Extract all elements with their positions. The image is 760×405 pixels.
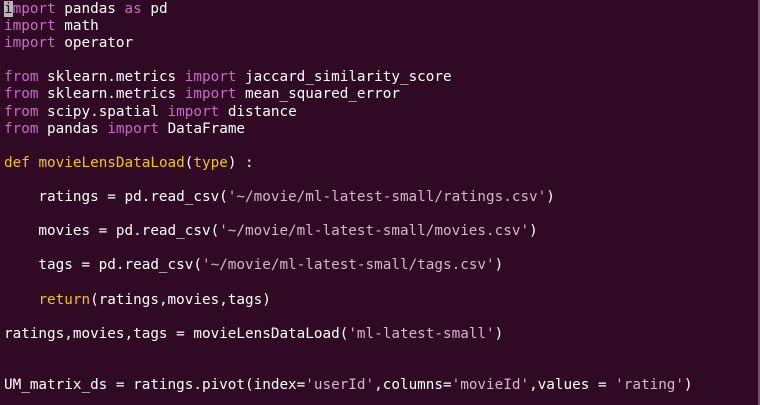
code-line: tags = pd.read_csv('~/movie/ml-latest-sm…: [4, 257, 693, 274]
code-token: math: [55, 18, 99, 35]
keyword-token: import: [4, 18, 56, 35]
code-token: ): [529, 223, 538, 240]
string-token: 'movieId': [451, 377, 530, 394]
code-token: ,values =: [529, 377, 616, 394]
code-line: from sklearn.metrics import mean_squared…: [4, 86, 693, 103]
code-token: (ratings,movies,tags): [90, 291, 271, 308]
code-token: jaccard_similarity_score: [236, 69, 452, 86]
definition-token: movieLensDataLoad: [38, 154, 185, 171]
code-line: from sklearn.metrics import jaccard_simi…: [4, 69, 693, 86]
code-line: import pandas as pd: [4, 1, 693, 18]
string-token: 'userId': [305, 377, 375, 394]
code-token: sklearn.metrics: [38, 86, 185, 103]
code-token: ): [494, 325, 504, 342]
code-line: ratings,movies,tags = movieLensDataLoad(…: [4, 326, 693, 343]
code-token: mean_squared_error: [236, 86, 400, 103]
string-token: 'rating': [615, 377, 685, 394]
code-editor[interactable]: import pandas as pd import math import ope…: [4, 1, 693, 394]
keyword-token: import: [184, 69, 237, 86]
code-token: operator: [55, 35, 134, 52]
code-token: pd: [141, 1, 168, 17]
definition-token: type: [193, 154, 228, 171]
code-token: ratings,movies,tags = movieLensDataLoad(: [4, 325, 349, 342]
keyword-token: import: [107, 120, 159, 137]
definition-token: def: [4, 154, 30, 171]
code-token: ,columns=: [374, 377, 452, 394]
keyword-token: from: [4, 103, 39, 120]
code-token: ): [684, 377, 693, 394]
keyword-token: import: [184, 86, 237, 103]
keyword-token: from: [4, 69, 39, 86]
code-token: ratings = pd.read_csv(: [4, 189, 228, 206]
keyword-token: from: [4, 120, 39, 137]
keyword-token: import: [167, 103, 220, 120]
code-token: distance: [219, 103, 297, 120]
string-token: '~/movie/ml-latest-small/movies.csv': [219, 223, 530, 240]
code-token: pandas: [38, 120, 108, 137]
text-cursor: i: [4, 1, 13, 17]
code-token: ): [546, 189, 555, 206]
code-line: from scipy.spatial import distance: [4, 104, 693, 121]
code-line: import operator: [4, 35, 693, 52]
code-line: import math: [4, 18, 693, 35]
code-line: movies = pd.read_csv('~/movie/ml-latest-…: [4, 223, 693, 240]
keyword-token: mport: [12, 1, 56, 17]
keyword-token: import: [4, 35, 56, 52]
code-token: scipy.spatial: [38, 103, 168, 120]
string-token: '~/movie/ml-latest-small/ratings.csv': [227, 189, 547, 206]
code-line: return(ratings,movies,tags): [4, 292, 693, 309]
code-token: movies = pd.read_csv(: [4, 223, 220, 240]
code-line: UM_matrix_ds = ratings.pivot(index='user…: [4, 377, 693, 394]
terminal-window[interactable]: import pandas as pd import math import ope…: [0, 0, 760, 405]
definition-token: return: [38, 291, 91, 308]
code-line: ratings = pd.read_csv('~/movie/ml-latest…: [4, 189, 693, 206]
code-token: DataFrame: [158, 120, 246, 137]
code-token: pandas: [55, 1, 125, 17]
code-token: UM_matrix_ds = ratings.pivot(index=: [4, 377, 306, 394]
code-token: ) :: [227, 154, 254, 171]
keyword-token: as: [124, 1, 142, 17]
code-line: def movieLensDataLoad(type) :: [4, 155, 693, 172]
code-line: from pandas import DataFrame: [4, 121, 693, 138]
code-token: sklearn.metrics: [38, 69, 185, 86]
keyword-token: from: [4, 86, 39, 103]
string-token: 'ml-latest-small': [348, 325, 495, 342]
code-token: ): [494, 257, 504, 274]
string-token: '~/movie/ml-latest-small/tags.csv': [201, 257, 495, 274]
code-token: tags = pd.read_csv(: [4, 257, 202, 274]
